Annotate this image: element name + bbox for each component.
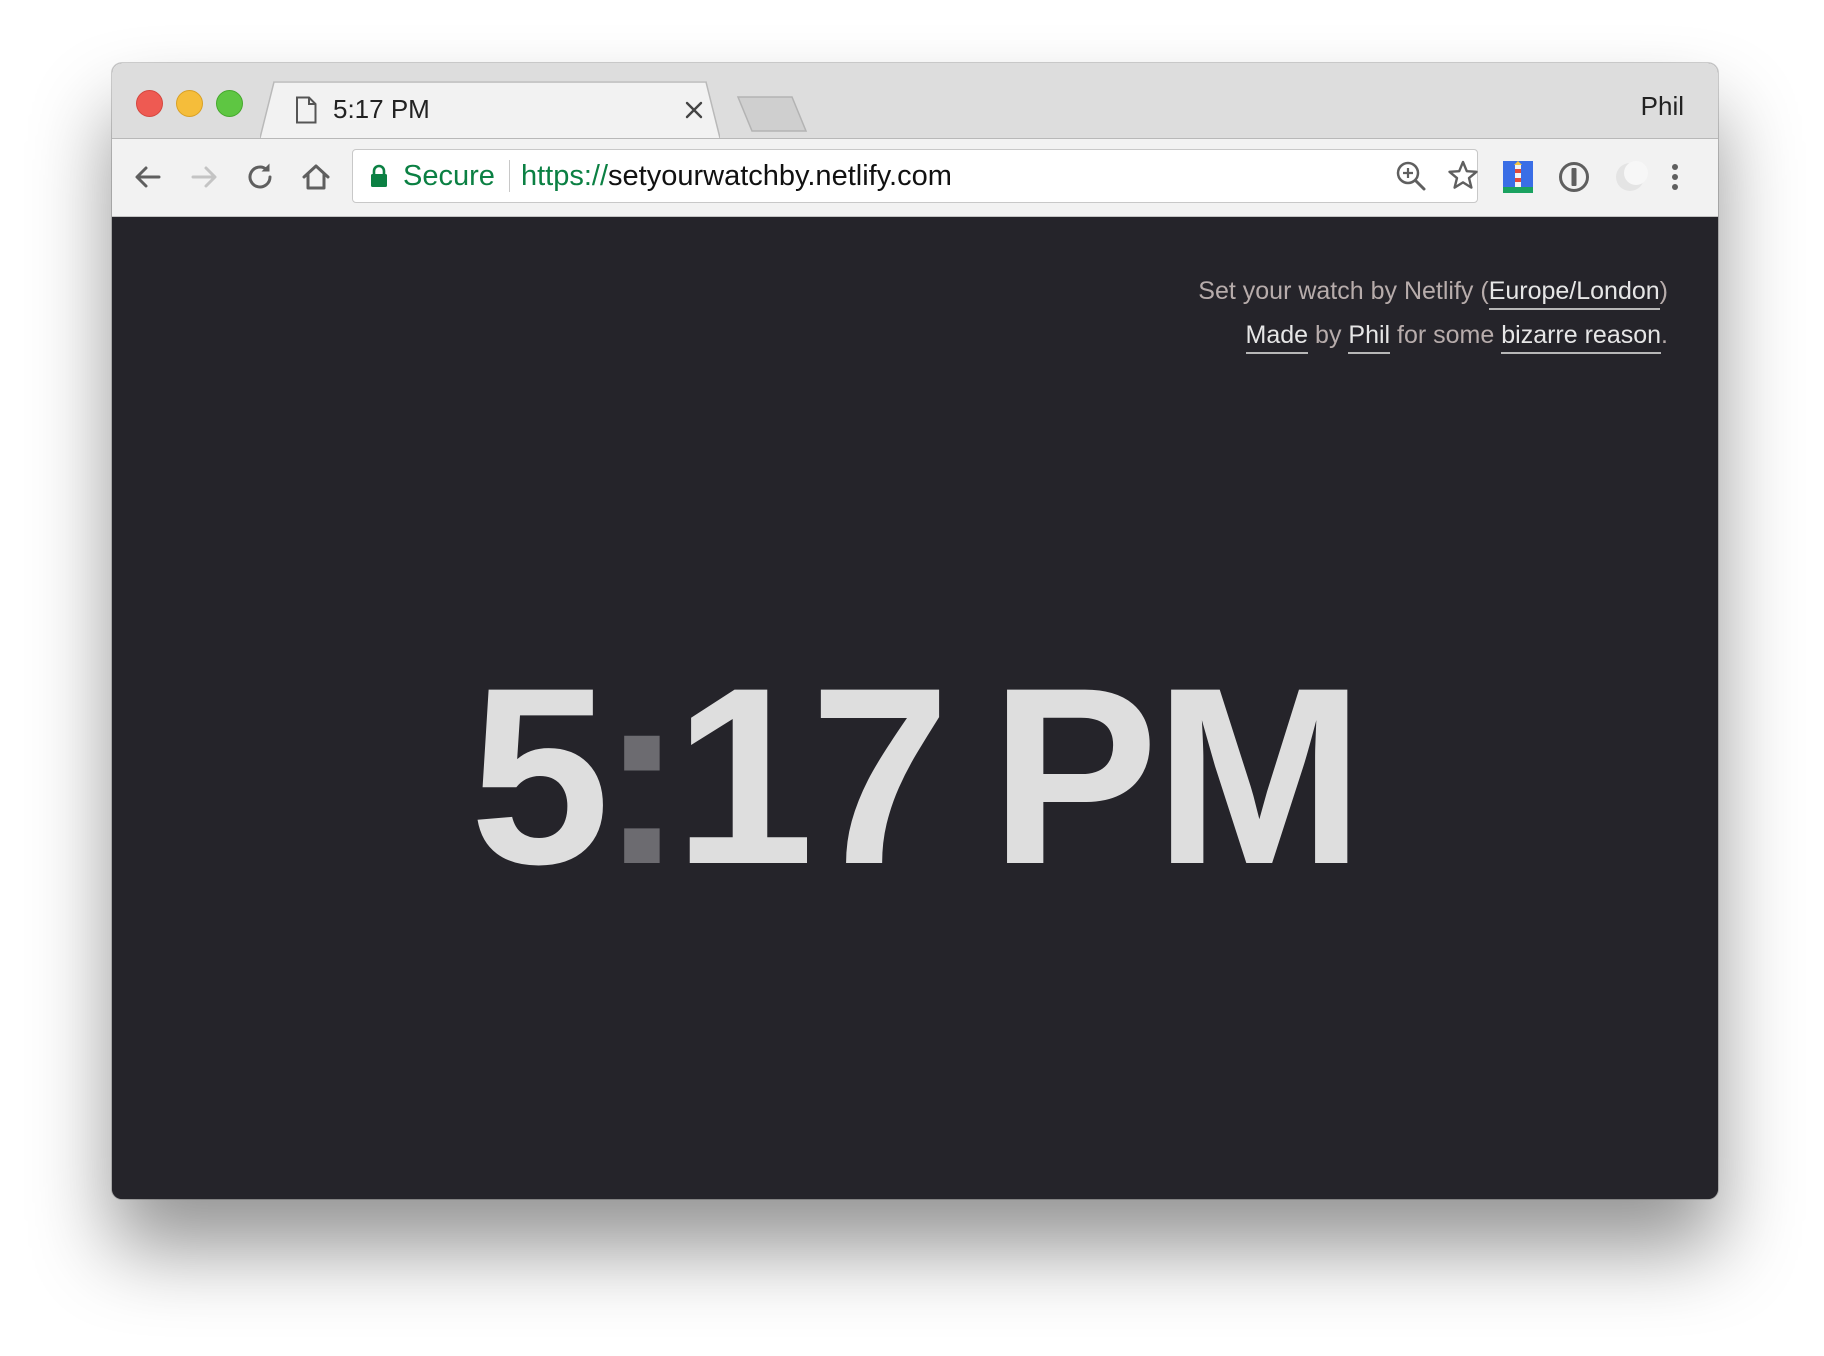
info-line-credits: Made by Phil for some bizarre reason. [1198, 313, 1668, 357]
reload-button[interactable] [240, 157, 280, 197]
lock-icon [371, 164, 387, 187]
by-text: by [1308, 321, 1349, 349]
browser-toolbar: Secure https://setyourwatchby.netlify.co… [112, 138, 1718, 217]
title-bar: 5:17 PM Phil [112, 63, 1718, 138]
url-text[interactable]: https://setyourwatchby.netlify.com [521, 158, 952, 194]
browser-window: 5:17 PM Phil Secure https://setyourwatch… [112, 63, 1718, 1199]
url-scheme: https:// [521, 160, 609, 192]
info-suffix: ) [1659, 277, 1668, 305]
moon-extension-icon[interactable] [1610, 157, 1650, 197]
close-icon[interactable] [682, 98, 706, 122]
reason-link[interactable]: bizarre reason [1501, 321, 1662, 354]
period-text: . [1661, 321, 1668, 349]
star-icon[interactable] [1445, 158, 1481, 194]
minimize-window-button[interactable] [176, 90, 203, 117]
page-content: Set your watch by Netlify (Europe/London… [112, 217, 1718, 1199]
screenshot-stage: 5:17 PM Phil Secure https://setyourwatch… [0, 0, 1824, 1356]
profile-name[interactable]: Phil [1641, 89, 1684, 123]
info-line-timezone: Set your watch by Netlify (Europe/London… [1198, 269, 1668, 313]
tab-title: 5:17 PM [333, 94, 430, 124]
home-icon [302, 164, 330, 190]
clock-minutes: 17 [673, 636, 950, 917]
info-block: Set your watch by Netlify (Europe/London… [1198, 269, 1668, 357]
home-button[interactable] [296, 157, 336, 197]
close-window-button[interactable] [136, 90, 163, 117]
forward-arrow-icon [191, 166, 217, 188]
reload-icon [248, 163, 272, 189]
zoom-icon[interactable] [1393, 158, 1429, 194]
menu-kebab-icon[interactable] [1660, 157, 1690, 197]
address-bar[interactable]: Secure https://setyourwatchby.netlify.co… [352, 149, 1478, 203]
clock-hour: 5 [469, 636, 610, 917]
security-label[interactable]: Secure [403, 158, 495, 194]
info-prefix: Set your watch by Netlify ( [1198, 277, 1489, 305]
maximize-window-button[interactable] [216, 90, 243, 117]
timezone-link[interactable]: Europe/London [1488, 277, 1660, 310]
author-link[interactable]: Phil [1348, 321, 1391, 354]
clock-display: 5:17 PM [112, 647, 1718, 907]
new-tab-icon[interactable] [736, 95, 808, 133]
clock-colon: : [599, 636, 684, 917]
omnibox-divider [509, 160, 510, 192]
tab-active[interactable] [260, 81, 720, 138]
for-text: for some [1390, 321, 1502, 349]
back-button[interactable] [128, 157, 168, 197]
made-link[interactable]: Made [1245, 321, 1309, 354]
page-icon [296, 96, 317, 124]
1password-extension-icon[interactable] [1554, 157, 1594, 197]
url-host: setyourwatchby.netlify.com [608, 160, 952, 192]
lighthouse-extension-icon[interactable] [1498, 157, 1538, 197]
back-arrow-icon [135, 166, 161, 188]
clock-meridiem: PM [990, 636, 1364, 917]
forward-button[interactable] [184, 157, 224, 197]
